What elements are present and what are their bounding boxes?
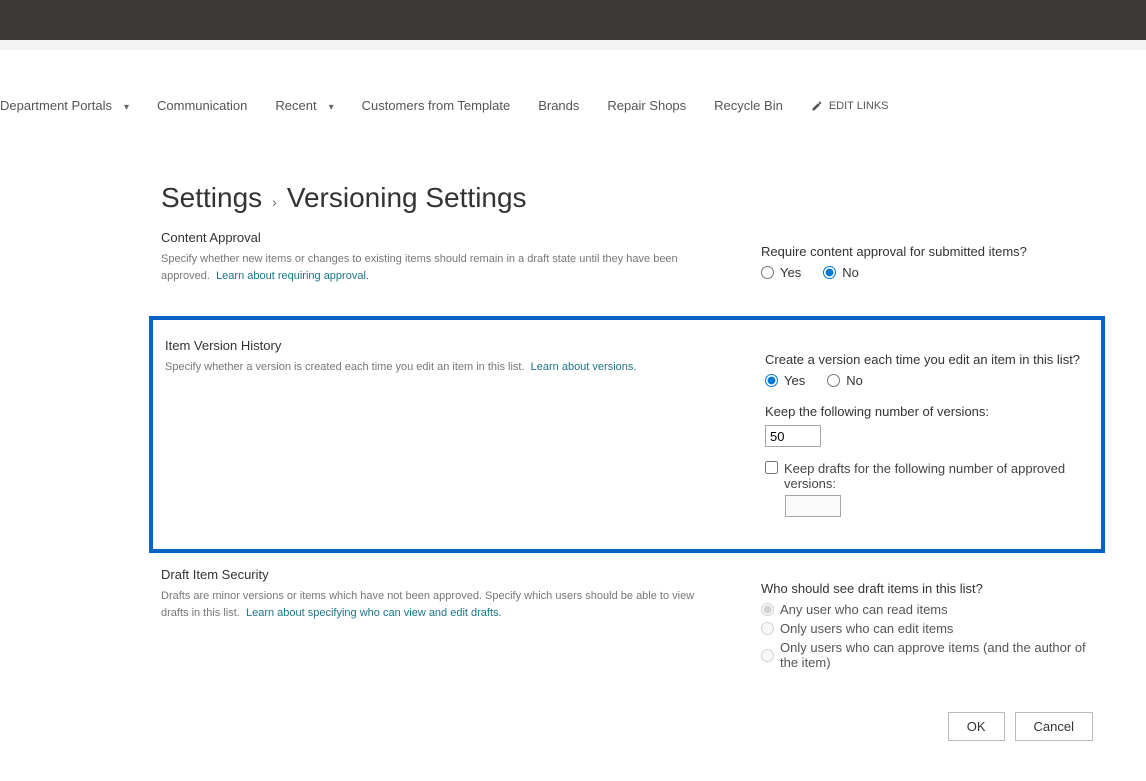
highlighted-section: Item Version History Specify whether a v… bbox=[149, 316, 1105, 553]
approval-no-radio[interactable]: No bbox=[823, 265, 859, 280]
version-question: Create a version each time you edit an i… bbox=[765, 352, 1089, 367]
draft-any-user-radio: Any user who can read items bbox=[761, 602, 1093, 617]
version-yes-radio[interactable]: Yes bbox=[765, 373, 805, 388]
section-title: Draft Item Security bbox=[161, 567, 721, 582]
keep-drafts-checkbox[interactable] bbox=[765, 461, 778, 474]
nav-label: Recent bbox=[275, 98, 316, 113]
section-description: Drafts are minor versions or items which… bbox=[161, 588, 721, 621]
keep-drafts-input bbox=[785, 495, 841, 517]
nav-recycle-bin[interactable]: Recycle Bin bbox=[714, 98, 783, 113]
button-row: OK Cancel bbox=[161, 712, 1093, 741]
edit-links-button[interactable]: EDIT LINKS bbox=[811, 100, 889, 112]
chevron-down-icon bbox=[120, 98, 129, 113]
suite-bar bbox=[0, 0, 1146, 40]
approval-yes-radio[interactable]: Yes bbox=[761, 265, 801, 280]
learn-versions-link[interactable]: Learn about versions. bbox=[531, 361, 637, 373]
keep-versions-input[interactable] bbox=[765, 425, 821, 447]
section-title: Content Approval bbox=[161, 230, 721, 245]
section-draft-security: Draft Item Security Drafts are minor ver… bbox=[161, 559, 1093, 684]
learn-approval-link[interactable]: Learn about requiring approval. bbox=[216, 270, 369, 282]
draft-edit-users-radio: Only users who can edit items bbox=[761, 621, 1093, 636]
nav-department-portals[interactable]: Department Portals bbox=[0, 98, 129, 113]
ok-button[interactable]: OK bbox=[948, 712, 1005, 741]
nav-label: Department Portals bbox=[0, 98, 112, 113]
keep-versions-label: Keep the following number of versions: bbox=[765, 404, 1089, 419]
chevron-right-icon: › bbox=[272, 194, 277, 210]
section-description: Specify whether new items or changes to … bbox=[161, 251, 721, 284]
draft-question: Who should see draft items in this list? bbox=[761, 581, 1093, 596]
edit-links-label: EDIT LINKS bbox=[829, 100, 889, 112]
version-no-radio[interactable]: No bbox=[827, 373, 863, 388]
approval-question: Require content approval for submitted i… bbox=[761, 244, 1093, 259]
nav-recent[interactable]: Recent bbox=[275, 98, 333, 113]
draft-approve-users-radio: Only users who can approve items (and th… bbox=[761, 640, 1093, 670]
learn-drafts-link[interactable]: Learn about specifying who can view and … bbox=[246, 607, 502, 619]
nav-repair-shops[interactable]: Repair Shops bbox=[607, 98, 686, 113]
section-content-approval: Content Approval Specify whether new ite… bbox=[161, 222, 1093, 310]
section-description: Specify whether a version is created eac… bbox=[165, 359, 725, 376]
breadcrumb-current: Versioning Settings bbox=[287, 182, 527, 214]
cancel-button[interactable]: Cancel bbox=[1015, 712, 1093, 741]
chevron-down-icon bbox=[325, 98, 334, 113]
nav-communication[interactable]: Communication bbox=[157, 98, 247, 113]
keep-drafts-label: Keep drafts for the following number of … bbox=[784, 461, 1089, 491]
ribbon-bar bbox=[0, 40, 1146, 50]
breadcrumb-parent[interactable]: Settings bbox=[161, 182, 262, 214]
nav-customers-template[interactable]: Customers from Template bbox=[362, 98, 511, 113]
breadcrumb: Settings › Versioning Settings bbox=[161, 182, 1093, 214]
section-title: Item Version History bbox=[165, 338, 725, 353]
top-nav: Department Portals Communication Recent … bbox=[0, 90, 1146, 122]
section-version-history: Item Version History Specify whether a v… bbox=[153, 330, 1101, 531]
nav-brands[interactable]: Brands bbox=[538, 98, 579, 113]
pencil-icon bbox=[811, 100, 823, 112]
page-content: Settings › Versioning Settings Content A… bbox=[53, 122, 1093, 781]
